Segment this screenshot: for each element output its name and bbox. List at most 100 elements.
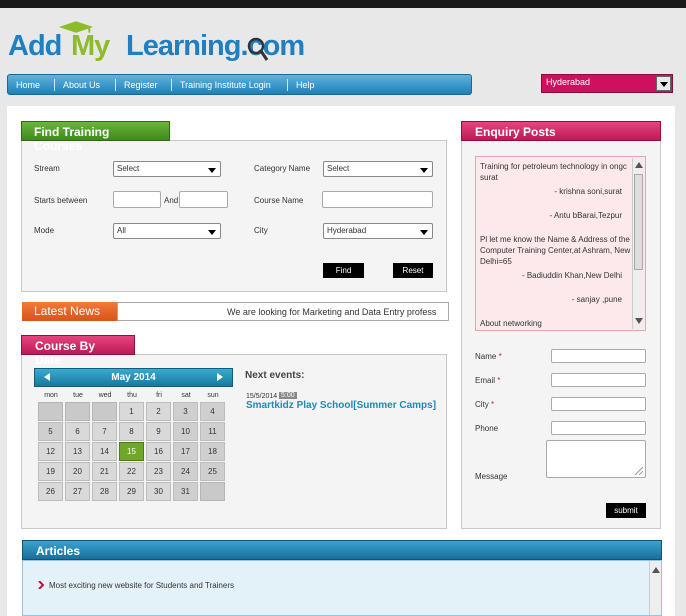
stream-select[interactable]: Select	[113, 161, 221, 177]
calendar-day[interactable]: 9	[146, 422, 171, 441]
calendar-day[interactable]: 3	[173, 402, 198, 421]
scroll-down-icon[interactable]	[635, 318, 643, 324]
enquiry-post-line: Delhi=65	[480, 257, 512, 266]
nav-register[interactable]: Register	[124, 80, 158, 90]
nav-about-us[interactable]: About Us	[63, 80, 100, 90]
articles-scrollbar[interactable]	[649, 561, 661, 615]
magnifier-icon	[247, 37, 269, 61]
calendar-day[interactable]: 18	[200, 442, 225, 461]
calendar-day[interactable]: 17	[173, 442, 198, 461]
reset-button[interactable]: Reset	[393, 263, 433, 278]
enquiry-scrollbar[interactable]	[632, 158, 644, 329]
find-button[interactable]: Find	[323, 263, 364, 278]
calendar-day[interactable]: 2	[146, 402, 171, 421]
next-month-icon[interactable]	[217, 373, 223, 381]
chevron-down-icon[interactable]	[656, 76, 671, 91]
weekday-label: sat	[181, 392, 191, 399]
mode-label: Mode	[34, 226, 55, 235]
calendar-day[interactable]: 19	[38, 462, 63, 481]
course-by-date-title: Course By Date	[21, 335, 135, 367]
start-date-input[interactable]	[113, 191, 161, 208]
calendar-day[interactable]: 4	[200, 402, 225, 421]
top-bar	[0, 0, 686, 8]
name-input[interactable]	[551, 349, 646, 363]
end-date-input[interactable]	[179, 191, 228, 208]
calendar-day[interactable]: 7	[92, 422, 117, 441]
nav-separator	[115, 79, 116, 91]
enquiry-post-author: - Antu bBarai,Tezpur	[549, 211, 622, 220]
nav-help[interactable]: Help	[296, 80, 315, 90]
calendar-day[interactable]: 14	[92, 442, 117, 461]
calendar-day[interactable]: 5	[38, 422, 63, 441]
phone-input[interactable]	[551, 421, 646, 435]
calendar-day[interactable]: 13	[65, 442, 90, 461]
calendar-day[interactable]: 31	[173, 482, 198, 501]
stream-label: Stream	[34, 164, 60, 173]
enquiry-post-line: surat	[480, 173, 498, 182]
calendar-day[interactable]: 8	[119, 422, 144, 441]
calendar-day[interactable]: 12	[38, 442, 63, 461]
news-ticker[interactable]: We are looking for Marketing and Data En…	[117, 302, 449, 321]
city-filter-select[interactable]: Hyderabad	[323, 223, 433, 239]
calendar-day[interactable]: 22	[119, 462, 144, 481]
weekday-label: thu	[127, 392, 137, 399]
calendar-day[interactable]: 25	[200, 462, 225, 481]
find-courses-title: Find Training Courses	[21, 121, 170, 153]
articles-title: Articles	[22, 540, 662, 560]
email-label: Email *	[475, 376, 500, 385]
article-link[interactable]: Most exciting new website for Students a…	[49, 581, 234, 590]
calendar-day[interactable]: 27	[65, 482, 90, 501]
calendar-day[interactable]: 20	[65, 462, 90, 481]
calendar-day[interactable]: 30	[146, 482, 171, 501]
enquiry-post-author: - krishna soni,surat	[554, 187, 622, 196]
calendar-day[interactable]: 28	[92, 482, 117, 501]
weekday-label: wed	[98, 392, 112, 399]
nav-home[interactable]: Home	[16, 80, 40, 90]
mode-select[interactable]: All	[113, 223, 221, 239]
calendar-day[interactable]: 29	[119, 482, 144, 501]
submit-button[interactable]: submit	[606, 503, 646, 518]
calendar-empty-cell	[200, 482, 225, 501]
resize-handle-icon[interactable]	[635, 467, 643, 475]
enquiry-post-line: Computer Training Center,at Ashram, New	[480, 246, 631, 255]
weekday-label: tue	[73, 392, 83, 399]
mode-select-value: All	[117, 226, 126, 235]
main-nav: Home About Us Register Training Institut…	[7, 74, 472, 95]
category-select[interactable]: Select	[323, 161, 433, 177]
calendar-day[interactable]: 6	[65, 422, 90, 441]
logo-text-add: Add	[8, 30, 62, 62]
phone-label: Phone	[475, 424, 499, 433]
category-select-value: Select	[327, 164, 350, 173]
site-logo[interactable]: Add My Learning.com	[8, 21, 305, 66]
message-textarea[interactable]	[546, 440, 646, 478]
calendar-day[interactable]: 1	[119, 402, 144, 421]
email-input[interactable]	[551, 373, 646, 387]
prev-month-icon[interactable]	[44, 373, 50, 381]
calendar-day[interactable]: 21	[92, 462, 117, 481]
enquiry-title: Enquiry Posts	[461, 121, 661, 141]
name-label: Name *	[475, 352, 502, 361]
scroll-up-icon[interactable]	[652, 567, 660, 573]
required-mark: *	[497, 376, 501, 385]
event-title-link[interactable]: Smartkidz Play School[Summer Camps]	[246, 400, 436, 411]
email-label-text: Email	[475, 376, 496, 385]
calendar-day[interactable]: 16	[146, 442, 171, 461]
logo-text-learning: Learning.com	[126, 30, 305, 62]
scroll-thumb[interactable]	[634, 174, 643, 270]
calendar-day[interactable]: 11	[200, 422, 225, 441]
calendar-month: May 2014	[111, 372, 156, 383]
calendar-day[interactable]: 23	[146, 462, 171, 481]
calendar-day[interactable]: 15	[119, 442, 144, 461]
nav-training-institute-login[interactable]: Training Institute Login	[180, 80, 271, 90]
scroll-up-icon[interactable]	[635, 162, 643, 168]
calendar-day[interactable]: 26	[38, 482, 63, 501]
enquiry-posts-list[interactable]: Training for petroleum technology in ong…	[475, 156, 646, 331]
enquiry-post-line: About networking	[480, 319, 542, 328]
city-input[interactable]	[551, 397, 646, 411]
course-name-input[interactable]	[322, 191, 433, 208]
city-filter-value: Hyderabad	[327, 226, 367, 235]
enquiry-post-author: - Badiuddin Khan,New Delhi	[521, 271, 622, 280]
city-select[interactable]: Hyderabad	[541, 74, 673, 93]
calendar-day[interactable]: 10	[173, 422, 198, 441]
calendar-day[interactable]: 24	[173, 462, 198, 481]
